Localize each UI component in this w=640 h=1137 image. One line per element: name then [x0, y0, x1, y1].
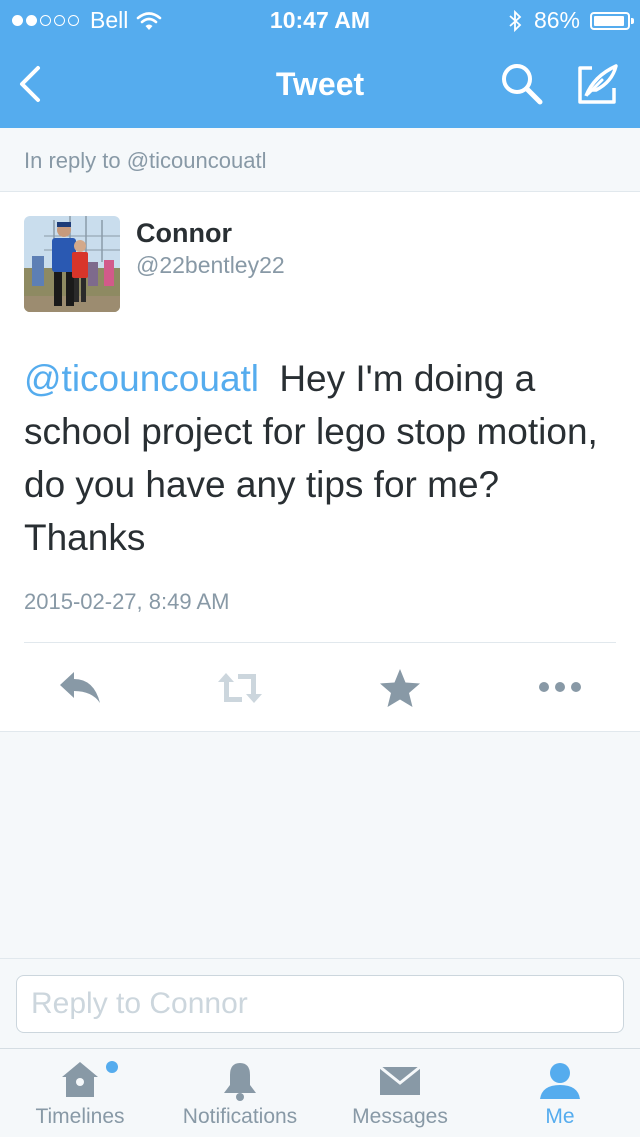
tab-label: Messages	[352, 1105, 448, 1128]
new-items-dot	[106, 1061, 118, 1073]
tab-me[interactable]: Me	[480, 1049, 640, 1137]
tweet-text: @ticouncouatl Hey I'm doing a school pro…	[24, 352, 624, 564]
bluetooth-icon	[509, 9, 522, 32]
mention-link[interactable]: @ticouncouatl	[24, 358, 259, 399]
reply-context-text: In reply to @ticouncouatl	[24, 148, 267, 173]
reply-icon[interactable]	[56, 667, 104, 709]
tweet-timestamp: 2015-02-27, 8:49 AM	[24, 589, 230, 614]
divider	[24, 642, 616, 643]
search-icon[interactable]	[498, 60, 546, 108]
user-handle[interactable]: @22bentley22	[136, 252, 285, 279]
compose-icon[interactable]	[572, 60, 620, 108]
envelope-icon	[379, 1065, 421, 1095]
nav-bar: Tweet	[0, 40, 640, 128]
battery-icon	[590, 11, 634, 30]
bell-icon	[224, 1063, 256, 1101]
tab-label: Notifications	[182, 1105, 298, 1128]
tab-label: Me	[545, 1105, 575, 1128]
reply-input[interactable]	[16, 975, 624, 1033]
tab-messages[interactable]: Messages	[320, 1049, 480, 1137]
favorite-icon[interactable]	[376, 667, 424, 709]
reply-context: In reply to @ticouncouatl	[0, 128, 640, 192]
top-bar: Bell 10:47 AM 86% Tweet	[0, 0, 640, 128]
avatar[interactable]	[24, 216, 120, 312]
tweet-card: Connor @22bentley22 @ticouncouatl Hey I'…	[0, 192, 640, 732]
retweet-icon[interactable]	[216, 667, 264, 709]
tab-bar: Timelines Notifications Messages Me	[0, 1048, 640, 1136]
user-name[interactable]: Connor	[136, 218, 232, 249]
home-icon	[62, 1062, 98, 1097]
tab-label: Timelines	[35, 1105, 125, 1128]
status-bar: Bell 10:47 AM 86%	[0, 0, 640, 40]
tab-notifications[interactable]: Notifications	[160, 1049, 320, 1137]
more-icon[interactable]	[536, 667, 584, 709]
status-right: 86%	[508, 7, 634, 34]
battery-percent: 86%	[533, 7, 580, 33]
reply-bar	[0, 958, 640, 1048]
person-icon	[540, 1063, 580, 1099]
tab-timelines[interactable]: Timelines	[0, 1049, 160, 1137]
